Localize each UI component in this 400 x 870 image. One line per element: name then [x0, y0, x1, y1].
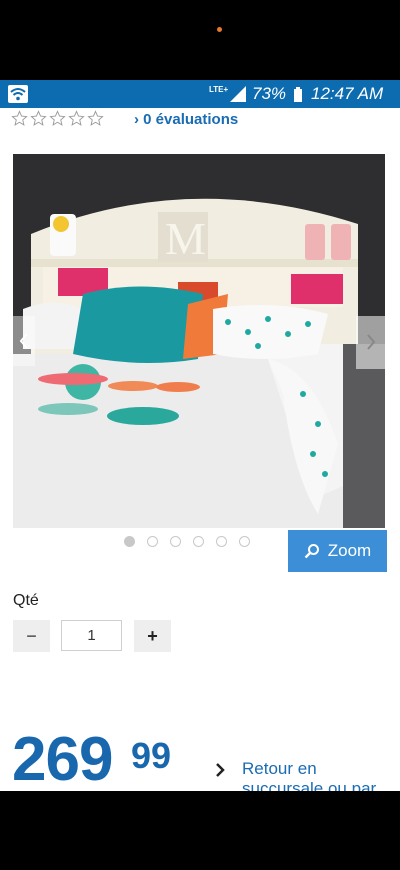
bed-photo: M [13, 154, 385, 528]
star-outline-icon [68, 110, 85, 126]
system-top-area [0, 0, 400, 80]
battery-icon [294, 87, 302, 102]
wifi-icon [8, 85, 28, 103]
product-page: › 0 évaluations M Zoom Qté − 1 + 269 99 … [0, 108, 400, 791]
star-outline-icon [11, 110, 28, 126]
chevron-right-icon [216, 763, 225, 777]
previous-image-button[interactable] [13, 316, 35, 366]
clock: 12:47 AM [311, 84, 384, 103]
price-dollars: 269 [12, 725, 113, 791]
battery-percent: 73% [252, 84, 287, 103]
chevron-right-icon: › [134, 111, 139, 128]
pagination-dot[interactable] [216, 536, 227, 547]
next-image-button[interactable] [356, 316, 385, 369]
system-bottom-area [0, 791, 400, 870]
zoom-button[interactable]: Zoom [288, 530, 387, 572]
quantity-decrease-button[interactable]: − [13, 620, 50, 652]
star-outline-icon [30, 110, 47, 126]
chevron-left-icon [19, 333, 28, 349]
pagination-dot[interactable] [147, 536, 158, 547]
store-return-link[interactable]: Retour en succursale ou par [242, 759, 392, 791]
star-outline-icon [87, 110, 104, 126]
reviews-label: 0 évaluations [143, 111, 239, 128]
price-cents: 99 [131, 735, 172, 776]
product-image[interactable]: M [13, 154, 385, 528]
star-outline-icon [49, 110, 66, 126]
rating-stars[interactable] [11, 110, 104, 130]
signal-icon [230, 86, 246, 102]
pagination-dot[interactable] [239, 536, 250, 547]
status-bar: LTE+ 73% 12:47 AM [0, 80, 400, 108]
svg-text:M: M [165, 213, 206, 264]
zoom-label: Zoom [327, 541, 372, 560]
quantity-input[interactable]: 1 [61, 620, 122, 651]
quantity-increase-button[interactable]: + [134, 620, 171, 652]
notification-dot [217, 27, 222, 32]
pagination-dot[interactable] [193, 536, 204, 547]
chevron-right-icon [367, 334, 376, 350]
image-pagination [124, 536, 250, 547]
pagination-dot[interactable] [170, 536, 181, 547]
pagination-dot[interactable] [124, 536, 135, 547]
search-icon [304, 544, 319, 559]
quantity-label: Qté [13, 592, 39, 609]
reviews-link[interactable]: › 0 évaluations [134, 111, 238, 128]
network-type: LTE+ [209, 85, 229, 94]
